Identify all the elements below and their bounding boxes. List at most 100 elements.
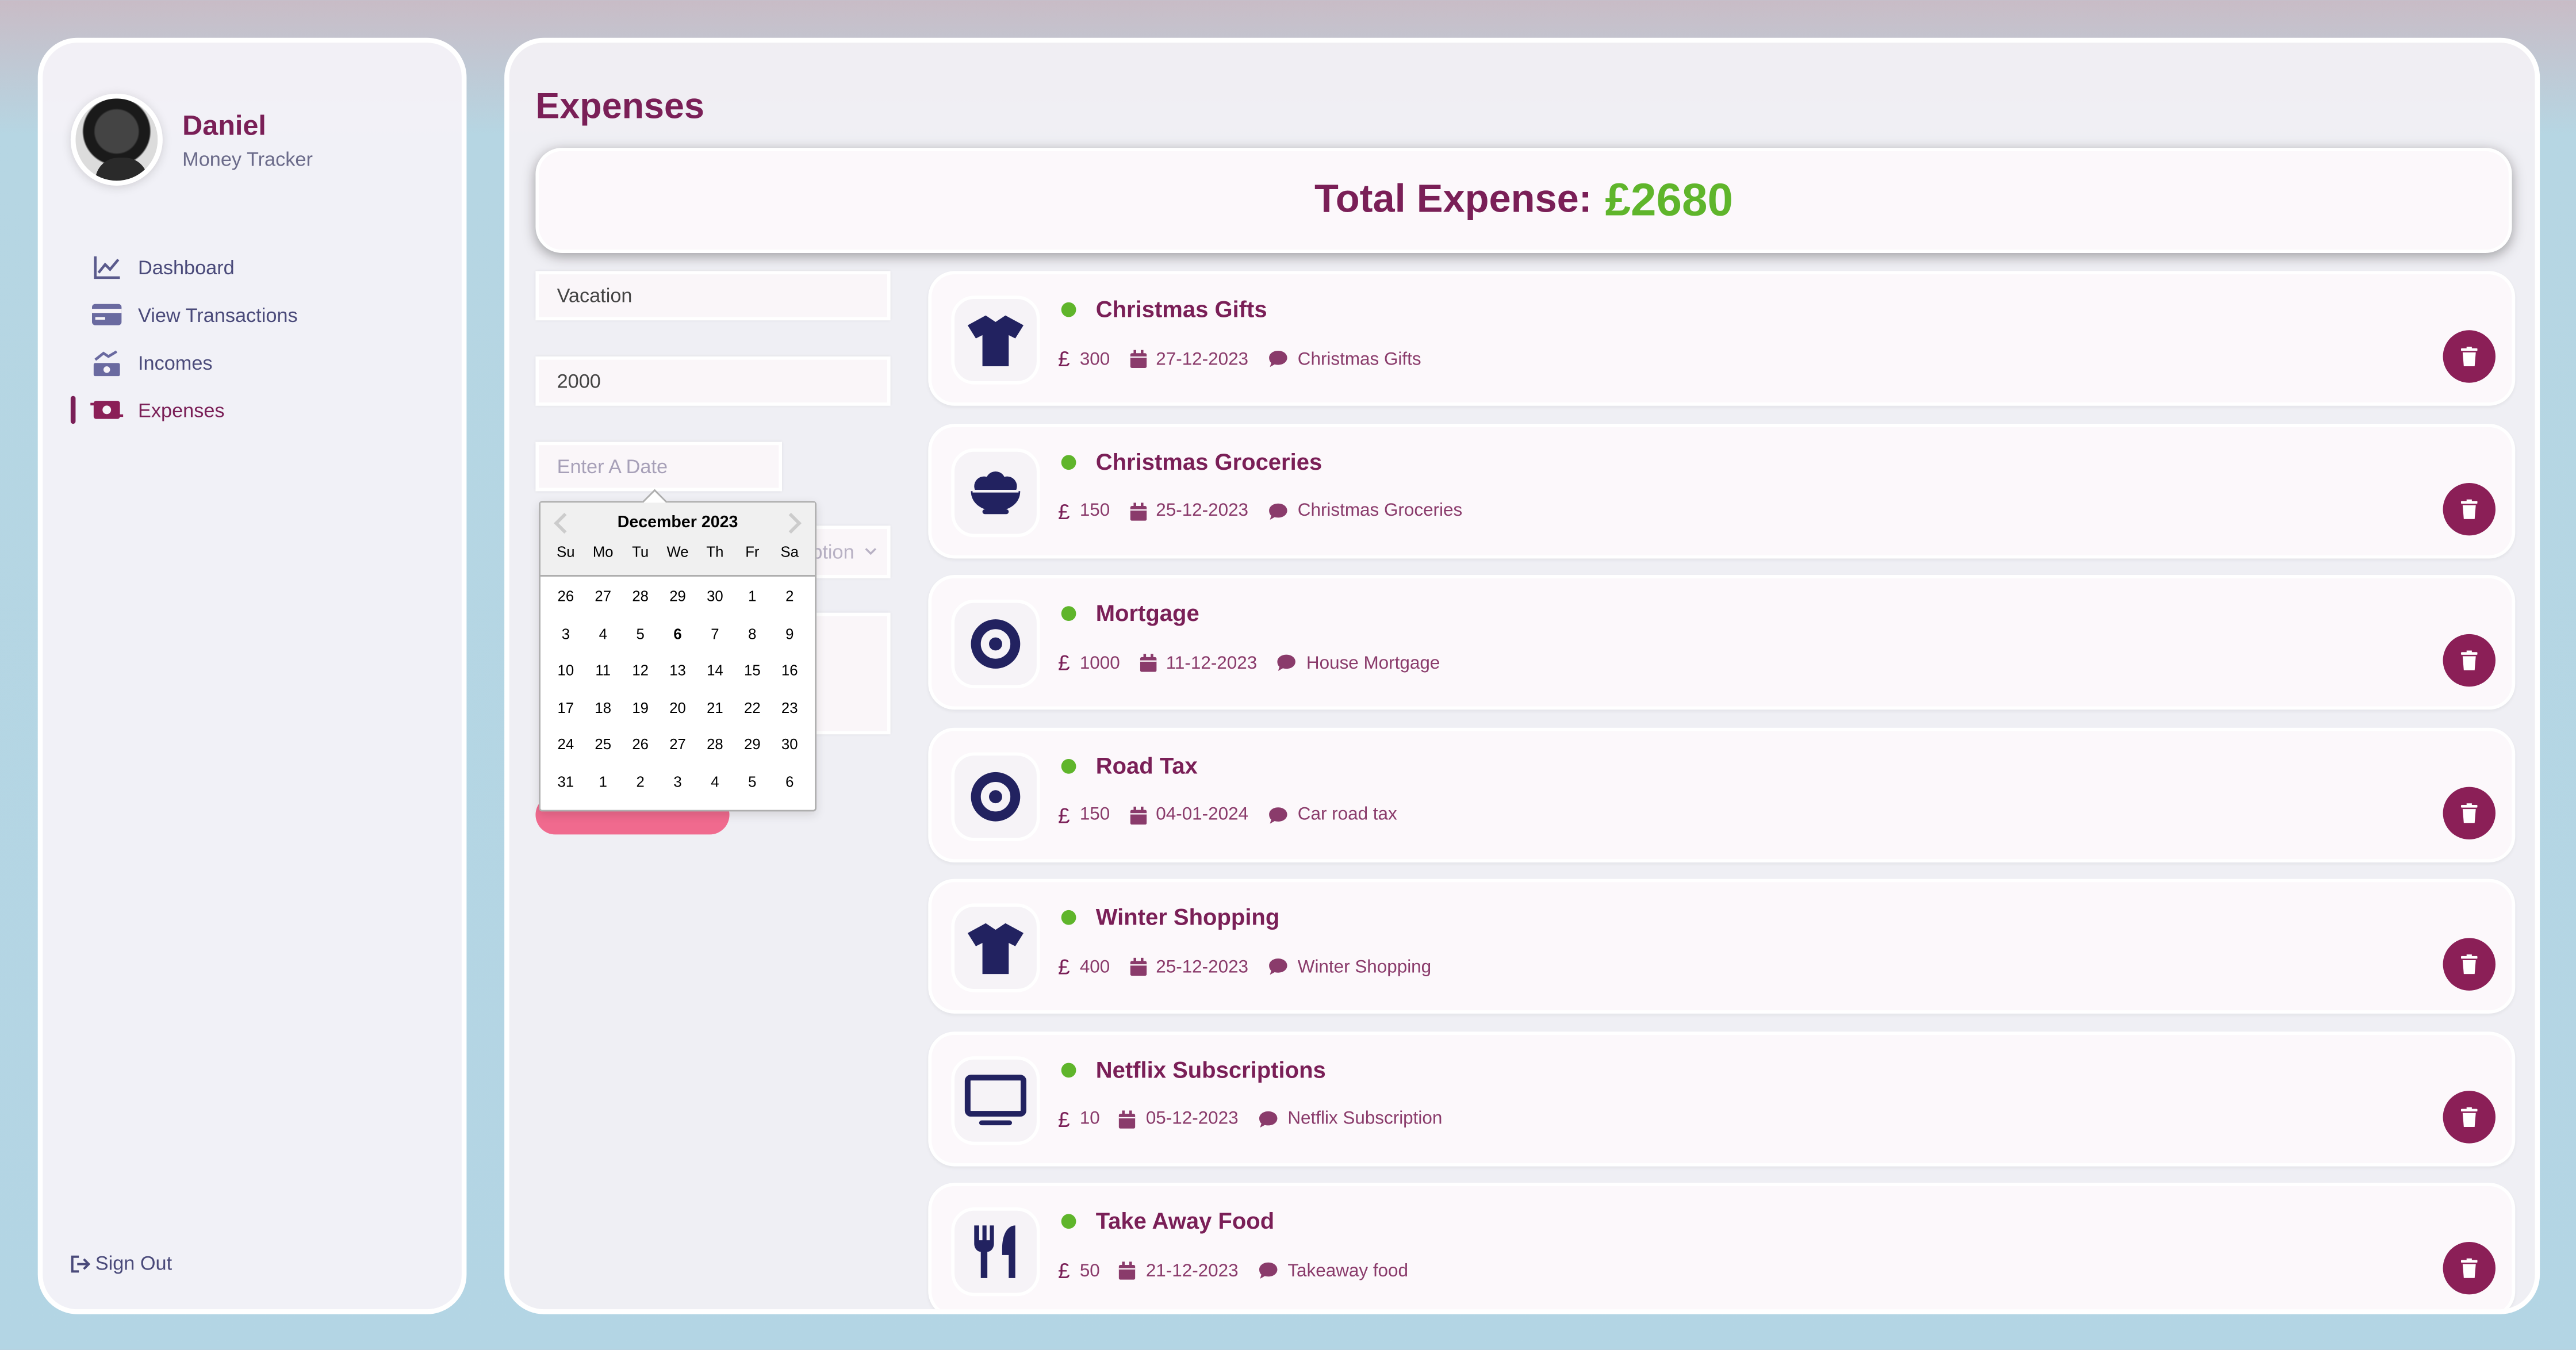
expense-description: Winter Shopping — [1268, 957, 1431, 977]
calendar-day[interactable]: 28 — [696, 731, 734, 759]
calendar-day[interactable]: 13 — [659, 657, 696, 685]
expense-title-input[interactable]: Vacation — [535, 271, 891, 321]
delete-expense-button[interactable] — [2443, 938, 2496, 991]
weekday-label: Fr — [745, 543, 760, 561]
calendar-day[interactable]: 31 — [547, 768, 584, 796]
expense-amount-input[interactable]: 2000 — [535, 356, 891, 406]
expense-title: Winter Shopping — [1095, 903, 1280, 930]
comment-icon — [1268, 806, 1287, 823]
calendar-day[interactable]: 30 — [696, 583, 734, 611]
sidebar: Daniel Money Tracker Dashboard View Tran… — [37, 37, 467, 1314]
calendar-day[interactable]: 19 — [622, 694, 659, 722]
date-input[interactable]: Enter A Date — [535, 442, 782, 492]
expense-meta: £400 25-12-2023 Winter Shopping — [1058, 954, 1451, 979]
calendar-day[interactable]: 6 — [659, 620, 696, 649]
money-bill-trend-up-icon — [90, 349, 123, 375]
calendar-day[interactable]: 24 — [547, 731, 584, 759]
category-select-value: ption — [811, 540, 854, 563]
calendar-day[interactable]: 9 — [771, 620, 808, 649]
total-expense-value: £2680 — [1605, 174, 1734, 225]
expense-amount: £150 — [1058, 498, 1110, 523]
expense-date: 27-12-2023 — [1129, 349, 1248, 369]
calendar-day[interactable]: 17 — [547, 694, 584, 722]
calendar-day[interactable]: 21 — [696, 694, 734, 722]
expense-description: Car road tax — [1268, 805, 1397, 824]
sign-out-icon — [71, 1255, 91, 1272]
calendar-day[interactable]: 14 — [696, 657, 734, 685]
expense-description-value: Netflix Subscription — [1287, 1109, 1443, 1129]
calendar-day[interactable]: 11 — [584, 657, 622, 685]
calendar-day[interactable]: 16 — [771, 657, 808, 685]
expense-date-value: 04-01-2024 — [1156, 805, 1249, 825]
expense-meta: £300 27-12-2023 Christmas Gifts — [1058, 347, 1441, 371]
weekday-label: Tu — [632, 543, 649, 561]
calendar-day[interactable]: 15 — [734, 657, 771, 685]
delete-expense-button[interactable] — [2443, 482, 2496, 535]
expense-title: Christmas Groceries — [1095, 447, 1322, 474]
delete-expense-button[interactable] — [2443, 1242, 2496, 1295]
calendar-day[interactable]: 22 — [734, 694, 771, 722]
calendar-day[interactable]: 27 — [659, 731, 696, 759]
bowl-food-icon — [951, 447, 1040, 536]
calendar-day[interactable]: 28 — [622, 583, 659, 611]
calendar-day[interactable]: 12 — [622, 657, 659, 685]
calendar-day[interactable]: 2 — [771, 583, 808, 611]
date-picker-days: 26 27 28 29 30 1 2 3 4 5 6 7 8 9 10 11 12 13 14 15 16 17 18 19 2… — [547, 583, 808, 796]
expense-meta: £50 21-12-2023 Takeaway food — [1058, 1259, 1428, 1283]
page-title: Expenses — [535, 85, 704, 126]
nav-item-expenses[interactable]: Expenses — [70, 386, 448, 434]
calendar-day[interactable]: 7 — [696, 620, 734, 649]
weekday-label: Th — [706, 543, 724, 561]
calendar-day[interactable]: 29 — [734, 731, 771, 759]
calendar-day[interactable]: 4 — [696, 768, 734, 796]
calendar-day[interactable]: 1 — [734, 583, 771, 611]
calendar-day[interactable]: 5 — [622, 620, 659, 649]
calendar-day[interactable]: 8 — [734, 620, 771, 649]
nav-item-label: View Transactions — [138, 303, 298, 327]
calendar-day[interactable]: 2 — [622, 768, 659, 796]
expense-item: Take Away Food £50 21-12-2023 Takeaway food — [928, 1183, 2516, 1310]
calendar-day[interactable]: 4 — [584, 620, 622, 649]
expense-item: Christmas Gifts £300 27-12-2023 Christmas G… — [928, 271, 2516, 406]
calendar-day[interactable]: 18 — [584, 694, 622, 722]
calendar-day[interactable]: 1 — [584, 768, 622, 796]
calendar-day[interactable]: 6 — [771, 768, 808, 796]
calendar-day[interactable]: 26 — [622, 731, 659, 759]
expense-description-value: Car road tax — [1297, 805, 1397, 825]
calendar-day[interactable]: 23 — [771, 694, 808, 722]
expense-amount-value: 150 — [1079, 805, 1110, 825]
calendar-day[interactable]: 26 — [547, 583, 584, 611]
calendar-day[interactable]: 25 — [584, 731, 622, 759]
nav-item-view-transactions[interactable]: View Transactions — [71, 291, 448, 339]
delete-expense-button[interactable] — [2443, 786, 2496, 839]
delete-expense-button[interactable] — [2443, 330, 2496, 383]
calendar-day[interactable]: 10 — [547, 657, 584, 685]
expense-description: Takeaway food — [1258, 1261, 1408, 1280]
nav-item-dashboard[interactable]: Dashboard — [71, 243, 448, 291]
expense-date-value: 25-12-2023 — [1156, 957, 1249, 977]
expense-amount-value: 1000 — [1079, 653, 1120, 673]
calendar-icon — [1129, 501, 1147, 520]
expense-amount: £1000 — [1058, 650, 1120, 675]
expense-description: Netflix Subscription — [1258, 1109, 1442, 1129]
calendar-day[interactable]: 29 — [659, 583, 696, 611]
status-dot — [1061, 910, 1076, 925]
calendar-day[interactable]: 3 — [659, 768, 696, 796]
expense-title: Road Tax — [1095, 751, 1198, 778]
calendar-day[interactable]: 3 — [547, 620, 584, 649]
sign-out-button[interactable]: Sign Out — [71, 1252, 172, 1275]
date-input-placeholder: Enter A Date — [557, 455, 668, 478]
calendar-day[interactable]: 20 — [659, 694, 696, 722]
calendar-day[interactable]: 27 — [584, 583, 622, 611]
calendar-day[interactable]: 5 — [734, 768, 771, 796]
delete-expense-button[interactable] — [2443, 634, 2496, 687]
nav-item-incomes[interactable]: Incomes — [71, 339, 448, 386]
shirt-icon — [951, 296, 1040, 385]
calendar-icon — [1129, 957, 1147, 976]
calendar-day[interactable]: 30 — [771, 731, 808, 759]
status-dot — [1061, 758, 1076, 773]
avatar — [70, 93, 163, 186]
expense-item: Winter Shopping £400 25-12-2023 Winter Shop… — [928, 879, 2516, 1014]
delete-expense-button[interactable] — [2443, 1090, 2496, 1143]
expense-amount: £50 — [1058, 1259, 1100, 1283]
